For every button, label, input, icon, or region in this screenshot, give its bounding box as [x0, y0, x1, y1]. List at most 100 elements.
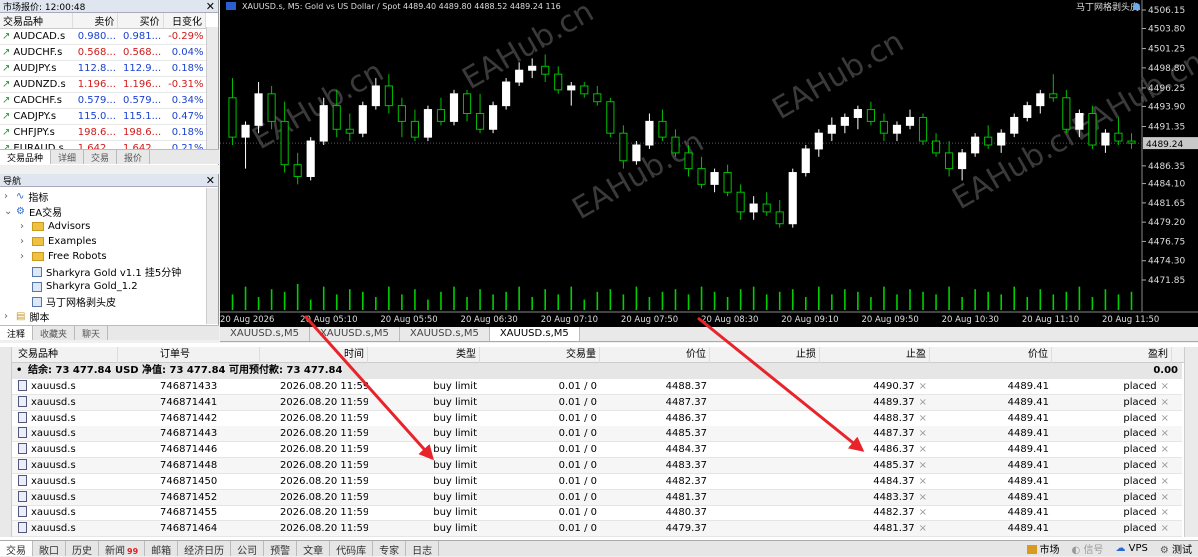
chart-tab[interactable]: XAUUSD.s,M5 [490, 327, 580, 341]
vps-status[interactable]: ☁ VPS [1115, 543, 1147, 554]
cancel-order-icon[interactable]: × [1161, 381, 1169, 392]
nav-tab[interactable]: 聊天 [75, 326, 108, 340]
order-row[interactable]: xauusd.s7468714432026.08.20 11:59:52buy … [12, 426, 1182, 442]
order-row[interactable]: xauusd.s7468714522026.08.20 11:59:53buy … [12, 490, 1182, 506]
cancel-order-icon[interactable]: × [1161, 523, 1169, 534]
mw-tab[interactable]: 详细 [51, 150, 84, 164]
mw-row[interactable]: ↗AUDCAD.s0.980...0.981...-0.29% [0, 29, 206, 45]
mw-row[interactable]: ↗AUDJPY.s112.8...112.9...0.18% [0, 61, 206, 77]
mw-tab[interactable]: 交易 [84, 150, 117, 164]
nav-item[interactable]: Sharkyra Gold v1.1 挂5分钟 [0, 264, 218, 279]
test-status[interactable]: ⚙ 测试 [1160, 541, 1192, 556]
chart-tab[interactable]: XAUUSD.s,M5 [400, 327, 490, 341]
order-row[interactable]: xauusd.s7468714502026.08.20 11:59:53buy … [12, 474, 1182, 490]
nav-item[interactable]: ›Examples [0, 234, 218, 249]
navigator-scrollbar[interactable] [206, 188, 218, 324]
order-row[interactable]: xauusd.s7468714422026.08.20 11:59:52buy … [12, 411, 1182, 427]
orders-column-header[interactable]: 止损 [720, 347, 820, 363]
terminal-tab[interactable]: 预警 [264, 541, 297, 556]
mw-column-header[interactable]: 交易品种 [0, 13, 73, 29]
nav-item[interactable]: ›▤脚本 [0, 309, 218, 324]
remove-tp-icon[interactable]: × [919, 492, 927, 503]
expand-icon[interactable]: ⌄ [4, 206, 16, 217]
orders-column-header[interactable]: 类型 [380, 347, 480, 363]
mw-row[interactable]: ↗CADCHF.s0.579...0.579...0.34% [0, 93, 206, 109]
terminal-tab[interactable]: 日志 [406, 541, 439, 556]
candlestick-chart-svg[interactable]: EAHub.cnEAHub.cnEAHub.cnEAHub.cnEAHub.cn… [220, 0, 1198, 327]
orders-column-header[interactable]: 止盈 [830, 347, 930, 363]
terminal-tab[interactable]: 新闻99 [99, 541, 145, 556]
price-chart[interactable]: EAHub.cnEAHub.cnEAHub.cnEAHub.cnEAHub.cn… [220, 0, 1198, 327]
orders-column-header[interactable]: 盈利 [1060, 347, 1172, 363]
signal-status[interactable]: ◐ 信号 [1072, 541, 1104, 556]
order-row[interactable]: xauusd.s7468714552026.08.20 11:59:53buy … [12, 505, 1182, 521]
orders-column-header[interactable]: 价位 [610, 347, 710, 363]
market-status[interactable]: 市场 [1027, 541, 1060, 556]
expand-icon[interactable]: › [4, 191, 16, 202]
expand-icon[interactable]: › [20, 236, 32, 247]
order-row[interactable]: xauusd.s7468714412026.08.20 11:59:52buy … [12, 395, 1182, 411]
cancel-order-icon[interactable]: × [1161, 476, 1169, 487]
remove-tp-icon[interactable]: × [919, 460, 927, 471]
remove-tp-icon[interactable]: × [919, 444, 927, 455]
close-icon[interactable]: ✕ [206, 175, 215, 186]
cancel-order-icon[interactable]: × [1161, 413, 1169, 424]
orders-column-header[interactable]: 交易品种 [18, 347, 118, 363]
remove-tp-icon[interactable]: × [919, 428, 927, 439]
terminal-tab[interactable]: 代码库 [330, 541, 373, 556]
mw-column-header[interactable]: 日变化 [163, 13, 205, 29]
cancel-order-icon[interactable]: × [1161, 444, 1169, 455]
mw-row[interactable]: ↗CADJPY.s115.0...115.1...0.47% [0, 109, 206, 125]
expand-icon[interactable]: › [4, 311, 16, 322]
terminal-scrollbar[interactable] [1184, 347, 1198, 537]
mw-column-header[interactable]: 卖价 [73, 13, 118, 29]
market-watch-scrollbar[interactable] [206, 27, 218, 149]
mw-tab[interactable]: 交易品种 [0, 150, 51, 164]
nav-tab[interactable]: 收藏夹 [33, 326, 75, 340]
nav-item[interactable]: ›∿指标 [0, 189, 218, 204]
remove-tp-icon[interactable]: × [919, 381, 927, 392]
chart-tab[interactable]: XAUUSD.s,M5 [310, 327, 400, 341]
orders-column-header[interactable]: 交易量 [520, 347, 600, 363]
mw-row[interactable]: ↗AUDNZD.s1.196...1.196...-0.31% [0, 77, 206, 93]
nav-item[interactable]: ›Free Robots [0, 249, 218, 264]
terminal-tab[interactable]: 邮箱 [145, 541, 178, 556]
remove-tp-icon[interactable]: × [919, 523, 927, 534]
mw-column-header[interactable]: 买价 [118, 13, 163, 29]
terminal-tab[interactable]: 历史 [66, 541, 99, 556]
terminal-tab[interactable]: 专家 [373, 541, 406, 556]
mw-row[interactable]: ↗CHFJPY.s198.6...198.6...0.18% [0, 125, 206, 141]
cancel-order-icon[interactable]: × [1161, 460, 1169, 471]
close-icon[interactable]: ✕ [206, 1, 215, 12]
nav-item[interactable]: 马丁网格剥头皮 [0, 294, 218, 309]
terminal-tab[interactable]: 交易 [0, 541, 33, 556]
orders-column-header[interactable]: 订单号 [160, 347, 260, 363]
expand-icon[interactable]: › [20, 251, 32, 262]
remove-tp-icon[interactable]: × [919, 413, 927, 424]
order-row[interactable]: xauusd.s7468714482026.08.20 11:59:53buy … [12, 458, 1182, 474]
remove-tp-icon[interactable]: × [919, 397, 927, 408]
terminal-tab[interactable]: 经济日历 [178, 541, 231, 556]
terminal-tab[interactable]: 文章 [297, 541, 330, 556]
terminal-tab[interactable]: 公司 [231, 541, 264, 556]
expand-icon[interactable]: › [20, 221, 32, 232]
order-row[interactable]: xauusd.s7468714642026.08.20 11:59:53buy … [12, 521, 1182, 537]
cancel-order-icon[interactable]: × [1161, 397, 1169, 408]
orders-column-header[interactable]: 价位 [940, 347, 1052, 363]
cancel-order-icon[interactable]: × [1161, 492, 1169, 503]
nav-item[interactable]: ⌄⚙EA交易 [0, 204, 218, 219]
remove-tp-icon[interactable]: × [919, 507, 927, 518]
remove-tp-icon[interactable]: × [919, 476, 927, 487]
cancel-order-icon[interactable]: × [1161, 507, 1169, 518]
order-row[interactable]: xauusd.s7468714462026.08.20 11:59:53buy … [12, 442, 1182, 458]
nav-tab[interactable]: 注释 [0, 326, 33, 340]
nav-item[interactable]: Sharkyra Gold_1.2 [0, 279, 218, 294]
nav-item[interactable]: ›Advisors [0, 219, 218, 234]
chart-tab[interactable]: XAUUSD.s,M5 [220, 327, 310, 341]
orders-column-header[interactable]: 时间 [280, 347, 368, 363]
mw-row[interactable]: ↗AUDCHF.s0.568...0.568...0.04% [0, 45, 206, 61]
cancel-order-icon[interactable]: × [1161, 428, 1169, 439]
order-row[interactable]: xauusd.s7468714332026.08.20 11:59:52buy … [12, 379, 1182, 395]
terminal-tab[interactable]: 敞口 [33, 541, 66, 556]
mw-tab[interactable]: 报价 [117, 150, 150, 164]
